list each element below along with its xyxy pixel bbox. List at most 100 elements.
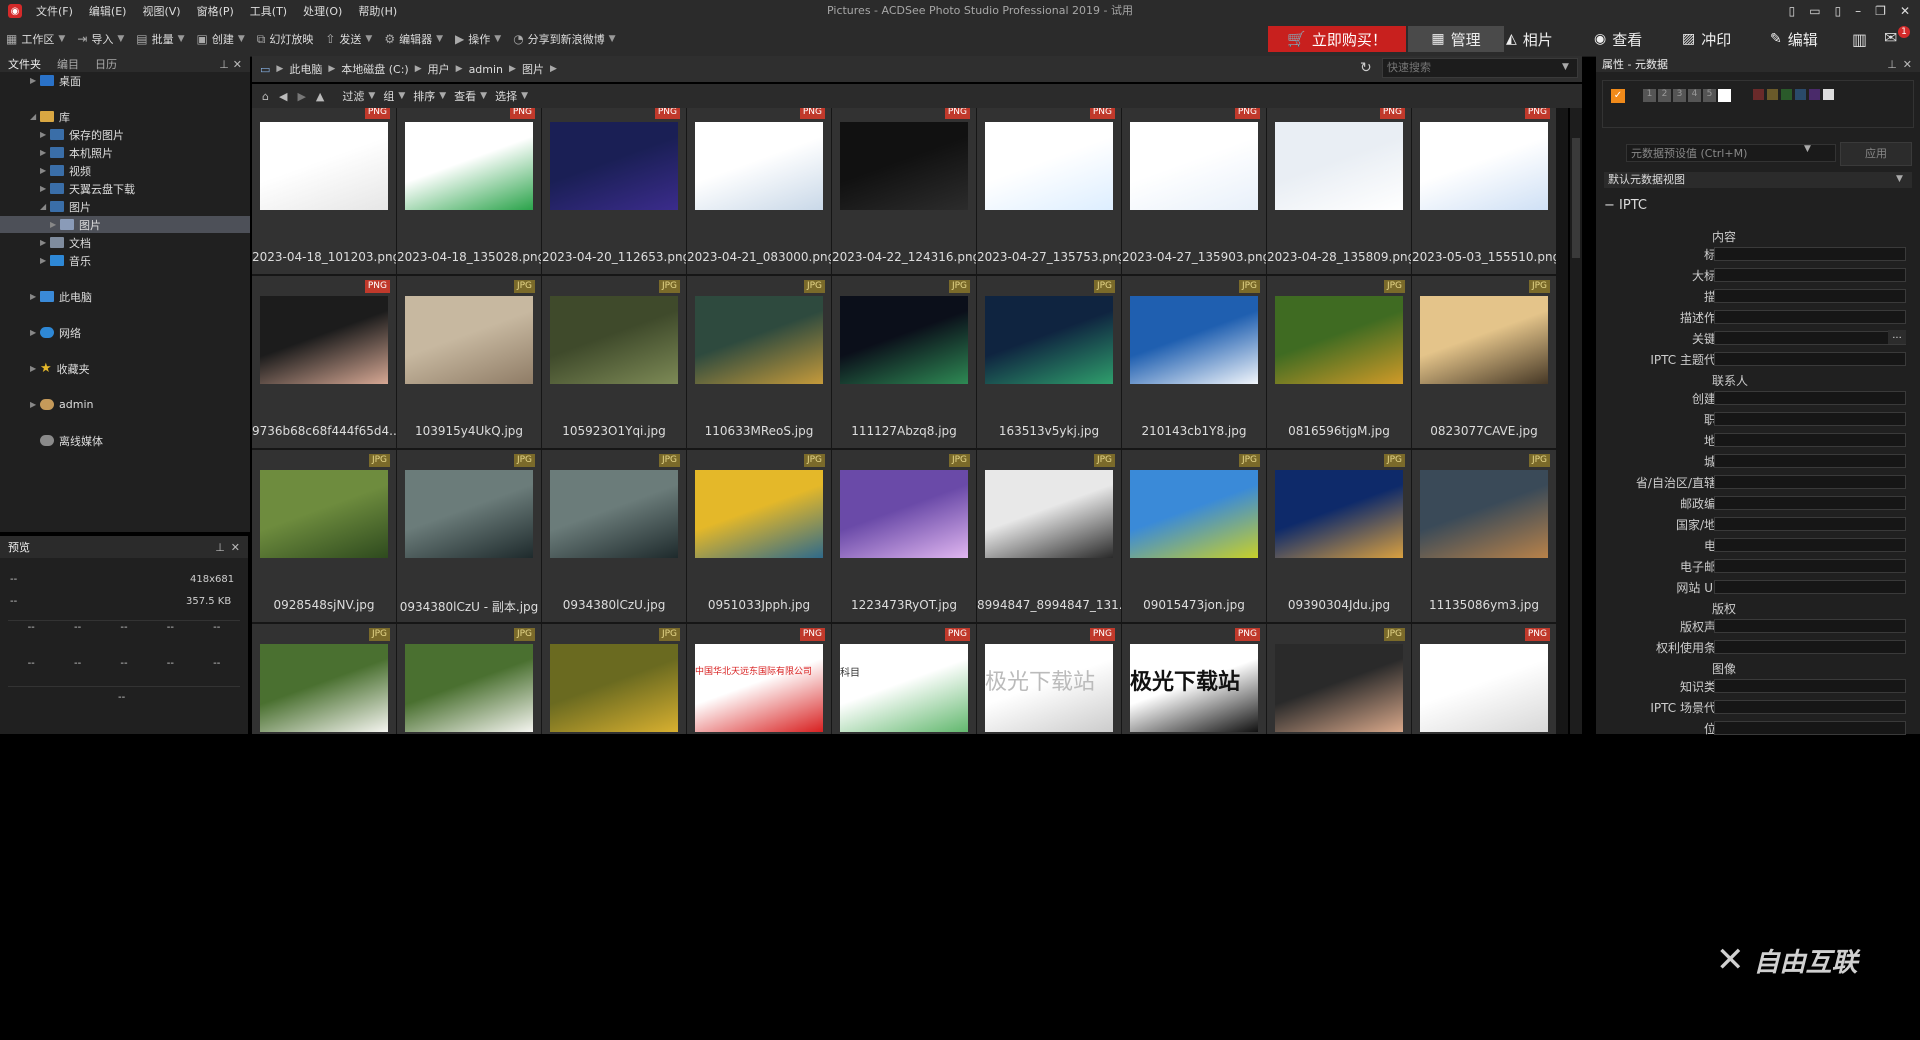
expand-icon[interactable]: ▶ [30,400,40,409]
rating-1[interactable]: 1 [1643,89,1656,102]
menu-tools[interactable]: 工具(T) [242,3,295,19]
mode-develop[interactable]: ▨ 冲印 [1682,26,1731,52]
grid-scrollbar[interactable] [1570,108,1582,734]
slideshow-button[interactable]: ⧉ 幻灯放映 [251,31,320,47]
thumbnail-item[interactable]: JPG 110633MReoS.jpg [687,276,831,448]
minimize-button[interactable]: – [1855,4,1861,18]
dashboard-icon[interactable]: ▥ [1852,30,1867,49]
metadata-field-input[interactable] [1714,496,1906,510]
back-icon[interactable]: ◀ [279,90,287,103]
thumbnail-item[interactable]: JPG 0823077CAVE.jpg [1412,276,1556,448]
menu-pane[interactable]: 窗格(P) [189,3,242,19]
clear-rating-icon[interactable] [1718,89,1731,102]
thumbnail-item[interactable]: PNG 2023-04-21_083000.png [687,108,831,274]
metadata-field-input[interactable] [1714,640,1906,654]
thumbnail-item[interactable]: JPG 111127Abzq8.jpg [832,276,976,448]
send-button[interactable]: ⇧ 发送 ▼ [319,31,378,47]
keyword-browse-button[interactable]: ... [1888,330,1906,344]
tree-item-library[interactable]: ◢ 库 [0,108,250,125]
thumbnail-item[interactable]: PNG 2023-04-20_112653.png [542,108,686,274]
thumbnail-item[interactable]: JPG 210143cb1Y8.jpg [1122,276,1266,448]
metadata-field-input[interactable] [1714,433,1906,447]
rating-4[interactable]: 4 [1688,89,1701,102]
expand-icon[interactable]: ▶ [30,292,40,301]
up-icon[interactable]: ▲ [316,90,324,103]
color-label-purple[interactable] [1809,89,1820,100]
metadata-field-input[interactable] [1714,391,1906,405]
mode-manage[interactable]: ▦ 管理 [1408,26,1504,52]
breadcrumb-admin[interactable]: admin [463,63,509,76]
thumbnail-item[interactable]: PNG 9736b68c68f444f65d4... [252,276,396,448]
group-dropdown[interactable]: 组 [383,88,394,104]
tree-item-pictures[interactable]: ◢ 图片 [0,198,250,215]
tree-item-network[interactable]: ▶ 网络 [0,324,250,341]
tree-item-camera-roll[interactable]: ▶ 本机照片 [0,144,250,161]
color-label-red[interactable] [1753,89,1764,100]
expand-icon[interactable]: ▶ [40,238,50,247]
tree-item-music[interactable]: ▶ 音乐 [0,252,250,269]
breadcrumb-drive-c[interactable]: 本地磁盘 (C:) [335,61,414,77]
computer-icon[interactable]: ▭ [260,63,270,76]
metadata-field-input[interactable] [1714,247,1906,261]
metadata-field-input[interactable] [1714,454,1906,468]
select-dropdown[interactable]: 选择 [495,88,517,104]
metadata-field-input[interactable] [1714,559,1906,573]
menu-file[interactable]: 文件(F) [28,3,81,19]
app-logo-icon[interactable]: ◉ [8,4,22,18]
close-icon[interactable]: ✕ [231,541,248,554]
sort-dropdown[interactable]: 排序 [413,88,435,104]
apply-button[interactable]: 应用 [1840,142,1912,166]
pin-icon[interactable]: ⊥ [215,541,231,554]
metadata-field-input[interactable] [1714,352,1906,366]
expand-icon[interactable]: ▶ [40,148,50,157]
refresh-icon[interactable]: ↻ [1360,60,1372,76]
color-label-yellow[interactable] [1767,89,1778,100]
workspace-button[interactable]: ▦ 工作区 ▼ [0,31,71,47]
tab-folders[interactable]: 文件夹 [0,56,49,72]
breadcrumb-pictures[interactable]: 图片 [516,61,550,77]
collapse-icon[interactable]: ◢ [40,202,50,211]
thumbnail-item[interactable]: PNG [1412,624,1556,734]
metadata-view-select[interactable]: 默认元数据视图 [1604,172,1912,188]
metadata-field-input[interactable] [1714,679,1906,693]
thumbnail-item[interactable]: JPG [252,624,396,734]
thumbnail-item[interactable]: PNG [687,624,831,734]
pin-icon[interactable]: ⊥ [1887,58,1903,71]
menu-help[interactable]: 帮助(H) [350,3,405,19]
create-button[interactable]: ▣ 创建 ▼ [191,31,251,47]
thumbnail-item[interactable]: JPG 1223473RyOT.jpg [832,450,976,622]
tab-catalog[interactable]: 编目 [49,56,87,72]
weibo-share-button[interactable]: ◔ 分享到新浪微博 ▼ [507,31,621,47]
thumbnail-item[interactable]: JPG 0934380lCzU.jpg [542,450,686,622]
mode-edit[interactable]: ✎ 编辑 [1770,26,1818,52]
expand-icon[interactable]: ▶ [40,184,50,193]
expand-icon[interactable]: ▶ [40,166,50,175]
thumbnail-item[interactable]: JPG 11135086ym3.jpg [1412,450,1556,622]
thumbnail-item[interactable]: JPG [1267,624,1411,734]
metadata-field-input[interactable] [1714,700,1906,714]
action-button[interactable]: ▶ 操作 ▼ [449,31,507,47]
mode-photos[interactable]: ◭ 相片 [1506,26,1553,52]
color-label-green[interactable] [1781,89,1792,100]
batch-button[interactable]: ▤ 批量 ▼ [130,31,190,47]
metadata-field-input[interactable] [1714,310,1906,324]
restore-button[interactable]: ❐ [1875,4,1886,18]
metadata-field-input[interactable] [1714,619,1906,633]
thumbnail-item[interactable]: PNG 2023-04-28_135809.png [1267,108,1411,274]
thumbnail-item[interactable]: PNG 2023-04-27_135753.png [977,108,1121,274]
tree-item-favorites[interactable]: ▶ ★ 收藏夹 [0,360,250,377]
thumbnail-item[interactable]: JPG [397,624,541,734]
layout-right-icon[interactable]: ▯ [1835,4,1842,18]
tree-item-offline-media[interactable]: 离线媒体 [0,432,250,449]
thumbnail-item[interactable]: JPG 8994847_8994847_131... [977,450,1121,622]
chevron-down-icon[interactable]: ▼ [1562,62,1569,72]
thumbnail-item[interactable]: JPG 09015473jon.jpg [1122,450,1266,622]
breadcrumb-users[interactable]: 用户 [422,61,456,77]
tree-item-documents[interactable]: ▶ 文档 [0,234,250,251]
close-button[interactable]: ✕ [1900,4,1910,18]
metadata-field-input[interactable] [1714,412,1906,426]
thumbnail-item[interactable]: JPG [542,624,686,734]
expand-icon[interactable]: ▶ [40,130,50,139]
mode-view[interactable]: ◉ 查看 [1594,26,1642,52]
menu-view[interactable]: 视图(V) [134,3,188,19]
